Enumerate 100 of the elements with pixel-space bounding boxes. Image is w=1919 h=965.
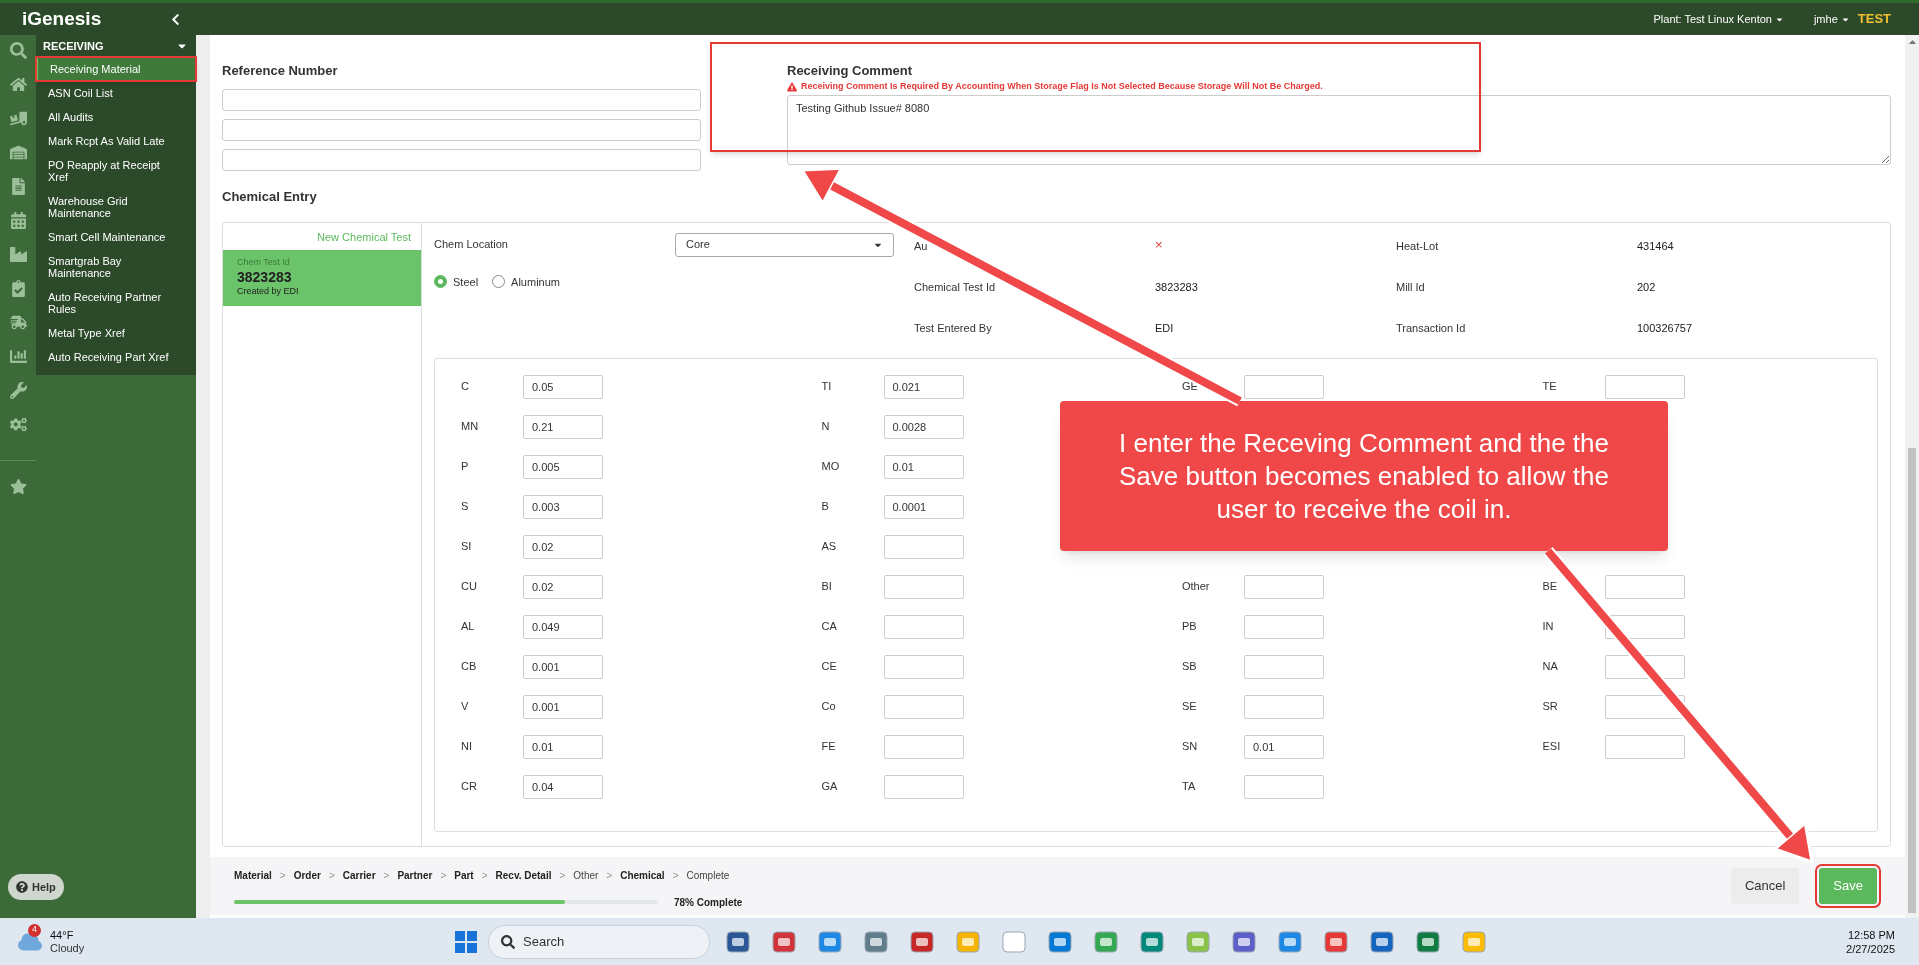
calendar-icon[interactable] (9, 212, 27, 229)
app-icon[interactable] (771, 928, 797, 955)
comment-field[interactable]: Testing Github Issue# 8080 (787, 95, 1891, 165)
menu-item[interactable]: PO Reapply at Receipt Xref (36, 153, 196, 189)
element-input[interactable] (883, 534, 964, 559)
element-input[interactable]: 0.005 (523, 454, 603, 479)
element-input[interactable]: 0.003 (523, 494, 603, 519)
app-icon[interactable] (1277, 928, 1303, 955)
scrollbar[interactable] (1905, 35, 1919, 918)
progress-step[interactable]: Recv. Detail (495, 868, 552, 883)
element-input[interactable]: 0.001 (523, 654, 603, 679)
element-input[interactable] (1244, 774, 1324, 799)
element-input[interactable]: 0.049 (523, 614, 603, 639)
windows-icon[interactable] (454, 929, 478, 954)
app-icon[interactable] (1093, 928, 1119, 955)
element-input[interactable] (1244, 654, 1324, 679)
input-field[interactable] (222, 89, 701, 111)
taskbar-search[interactable]: Search (488, 924, 710, 959)
user-menu[interactable]: jmhe (1813, 10, 1850, 28)
menu-item[interactable]: Auto Receiving Partner Rules (36, 285, 196, 321)
app-icon[interactable] (1369, 928, 1395, 955)
collapse-icon[interactable] (169, 12, 182, 26)
element-input[interactable]: 0.021 (883, 374, 964, 399)
app-icon[interactable] (1323, 928, 1349, 955)
element-input[interactable]: 0.01 (523, 734, 603, 759)
progress-step[interactable]: Chemical (620, 868, 665, 883)
app-icon[interactable] (817, 928, 843, 955)
app-icon[interactable] (1231, 928, 1257, 955)
progress-step[interactable]: Order (293, 868, 321, 883)
element-input[interactable] (883, 654, 964, 679)
cancel-button[interactable]: Cancel (1730, 868, 1800, 904)
element-input[interactable] (1604, 574, 1685, 599)
section-header[interactable]: RECEIVING (36, 35, 196, 57)
element-input[interactable] (1244, 614, 1324, 639)
element-input[interactable] (1604, 614, 1685, 639)
location-dropdown[interactable]: Core (675, 232, 894, 257)
element-input[interactable]: 0.02 (523, 534, 603, 559)
element-input[interactable]: 0.001 (523, 694, 603, 719)
progress-step[interactable]: Partner (397, 868, 433, 883)
document-icon[interactable] (9, 178, 27, 195)
menu-item[interactable]: Receiving Material (36, 57, 196, 81)
element-label: SN (1181, 739, 1199, 755)
element-input[interactable] (883, 774, 964, 799)
progress-step[interactable]: Part (454, 868, 474, 883)
app-icon[interactable] (863, 928, 889, 955)
element-input[interactable]: 0.01 (1244, 734, 1324, 759)
clipboard-icon[interactable] (9, 280, 27, 297)
forklift-icon[interactable] (9, 110, 27, 127)
bar-chart-icon[interactable] (9, 348, 27, 365)
element-input[interactable] (1604, 654, 1685, 679)
element-input[interactable]: 0.21 (523, 414, 603, 439)
progress-step[interactable]: Carrier (342, 868, 376, 883)
wrench-icon[interactable] (9, 382, 27, 399)
menu-item[interactable]: Auto Receiving Part Xref (36, 345, 196, 369)
element-input[interactable] (1604, 694, 1685, 719)
element-input[interactable] (883, 734, 964, 759)
element-input[interactable] (883, 574, 964, 599)
element-input[interactable] (1244, 374, 1324, 399)
gears-icon[interactable] (9, 416, 27, 433)
menu-item[interactable]: Metal Type Xref (36, 321, 196, 345)
home-icon[interactable] (9, 76, 27, 93)
progress-step[interactable]: Complete (686, 868, 730, 883)
radio-option[interactable]: Aluminum (492, 273, 560, 290)
element-input[interactable]: 0.04 (523, 774, 603, 799)
app-icon[interactable] (1415, 928, 1441, 955)
warehouse-icon[interactable] (9, 144, 27, 161)
element-input[interactable] (1604, 734, 1685, 759)
search-icon[interactable] (9, 42, 27, 59)
menu-item[interactable]: Mark Rcpt As Valid Late (36, 129, 196, 153)
element-input[interactable] (1244, 694, 1324, 719)
star-icon[interactable] (9, 478, 27, 495)
factory-icon[interactable] (9, 246, 27, 263)
radio-option[interactable]: Steel (434, 273, 479, 290)
test-card[interactable]: Chem Test Id 3823283 Created by EDI (223, 250, 421, 306)
element-input[interactable] (1604, 374, 1685, 399)
app-icon[interactable] (1047, 928, 1073, 955)
progress-step[interactable]: Material (234, 868, 272, 883)
menu-item[interactable]: Smart Cell Maintenance (36, 225, 196, 249)
menu-item[interactable]: ASN Coil List (36, 81, 196, 105)
element-input[interactable] (883, 694, 964, 719)
input-field[interactable] (222, 149, 701, 171)
menu-item[interactable]: Warehouse Grid Maintenance (36, 189, 196, 225)
app-icon[interactable] (909, 928, 935, 955)
menu-item[interactable]: All Audits (36, 105, 196, 129)
plant-selector[interactable]: Plant: Test Linux Kenton (1653, 10, 1784, 28)
element-input[interactable]: 0.05 (523, 374, 603, 399)
app-icon[interactable] (725, 928, 751, 955)
test-label: Chem Test Id (237, 256, 291, 269)
info-value: 431464 (1637, 238, 1675, 254)
element-input[interactable] (883, 614, 964, 639)
app-icon[interactable] (1139, 928, 1165, 955)
menu-item[interactable]: Smartgrab Bay Maintenance (36, 249, 196, 285)
element-input[interactable]: 0.0001 (883, 494, 964, 519)
element-input[interactable]: 0.0028 (883, 414, 964, 439)
truck-icon[interactable] (9, 314, 27, 331)
element-input[interactable]: 0.01 (883, 454, 964, 479)
element-input[interactable] (1244, 574, 1324, 599)
input-field[interactable] (222, 119, 701, 141)
progress-step[interactable]: Other (573, 868, 599, 883)
element-input[interactable]: 0.02 (523, 574, 603, 599)
